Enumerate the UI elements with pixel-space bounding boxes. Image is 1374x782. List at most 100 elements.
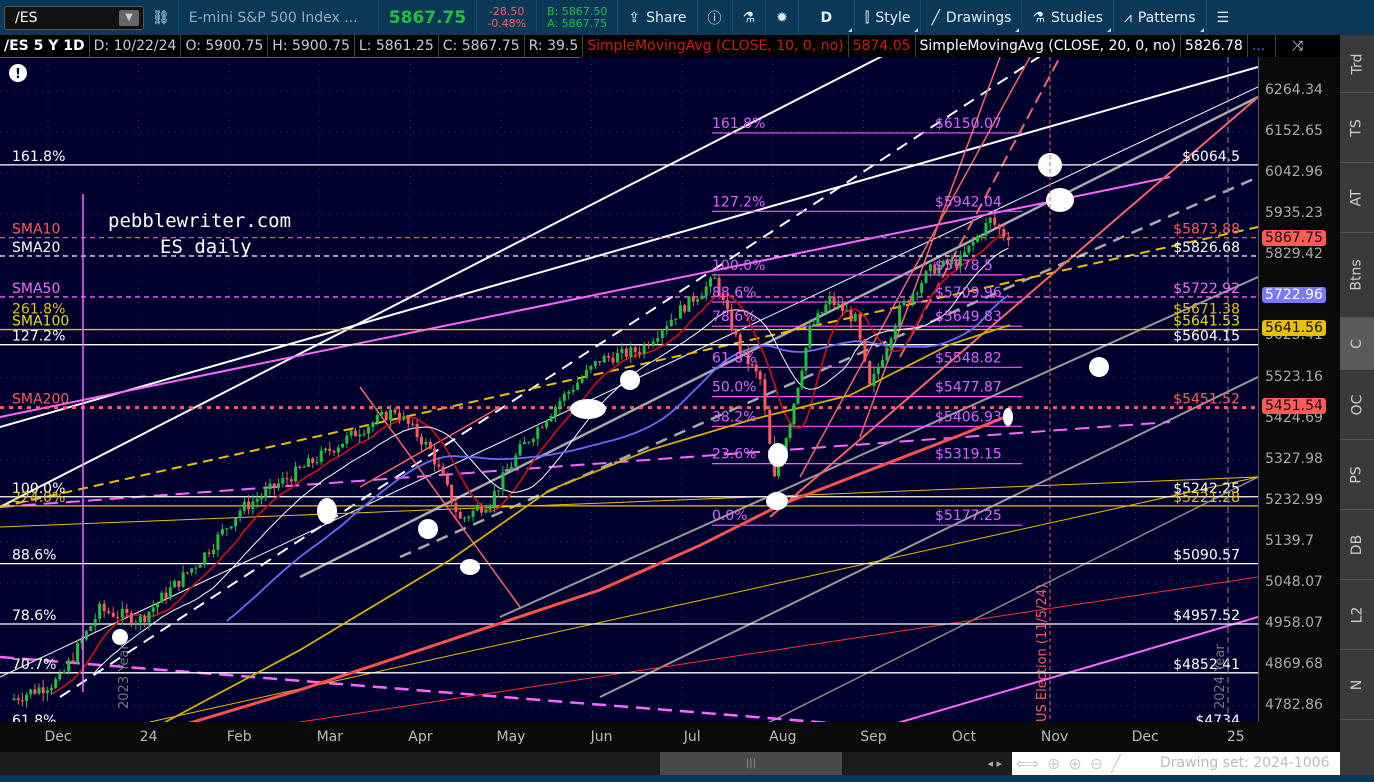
candle-body <box>102 603 106 612</box>
price-badge: 5867.75 <box>1262 229 1326 246</box>
info-button[interactable]: ⓘ <box>698 0 733 35</box>
right-tab-n[interactable]: N <box>1340 650 1374 720</box>
candle-body <box>726 299 729 310</box>
flask-button[interactable]: ⚗ <box>733 0 767 35</box>
candle-body <box>924 271 928 283</box>
candle-body <box>306 458 310 467</box>
price-tick: 5935.23 <box>1265 204 1323 221</box>
right-tab-ts[interactable]: TS <box>1340 93 1374 163</box>
candle-body <box>971 241 975 246</box>
chart-tools[interactable]: ⟺⊕⊕⊖╱ <box>1016 752 1129 775</box>
bottom-bar <box>0 775 1374 782</box>
tab-label: AT <box>1348 188 1365 207</box>
price-chart[interactable]: 161.8% $6064.5 SMA10 $5873.88 SMA20 $5826.68 S… <box>0 57 1258 722</box>
scrollbar-row: ||| ◂ ▸ ⟺⊕⊕⊖╱ Drawing set: 2024-1006 <box>0 752 1340 775</box>
tab-label: C <box>1349 338 1365 349</box>
chevron-down-icon[interactable]: ▼ <box>119 9 139 26</box>
fib-pct-label: 50.0% <box>712 380 756 396</box>
candle-body <box>71 660 75 663</box>
level-right-label: $5451.52 <box>1173 392 1240 408</box>
candle-body <box>207 552 211 554</box>
candle-body <box>665 326 669 331</box>
right-tab-btns[interactable]: Btns <box>1340 233 1374 318</box>
share-icon: ⇪ <box>628 9 641 26</box>
share-button[interactable]: ⇪ Share <box>618 0 698 35</box>
pan-icon[interactable]: ⟺ <box>1016 754 1047 773</box>
scrollbar-thumb[interactable]: ||| <box>660 752 842 775</box>
studies-button[interactable]: ⚗ Studies <box>1022 0 1114 35</box>
zoom-out-icon[interactable]: ⊖ <box>1090 754 1111 773</box>
zoom-in-icon[interactable]: ⊕ <box>1068 754 1089 773</box>
link-icon[interactable]: ⛓ <box>144 0 179 35</box>
candle-body <box>294 466 298 482</box>
price-tick: 4869.68 <box>1265 655 1323 672</box>
level-left-label: 224.0% <box>12 490 65 506</box>
candle-body <box>734 330 738 335</box>
crosshair-icon[interactable]: ⊕ <box>1047 754 1068 773</box>
candle-body <box>268 483 272 490</box>
level-left-label: 70.7% <box>12 657 56 673</box>
candle-body <box>629 347 633 357</box>
right-tab-trd[interactable]: Trd <box>1340 35 1374 93</box>
fib-value-label: $5548.82 <box>935 350 1002 366</box>
candle-body <box>54 679 58 688</box>
right-tab-l2[interactable]: L2 <box>1340 580 1374 650</box>
drawings-button[interactable]: ╱ Drawings <box>921 0 1023 35</box>
candle-body <box>12 698 16 700</box>
candle-body <box>853 313 857 322</box>
sma20-study-label[interactable]: SimpleMovingAvg (CLOSE, 20, 0, no) <box>916 35 1181 57</box>
price-badge: 5641.56 <box>1262 319 1326 336</box>
draw-line-icon[interactable]: ╱ <box>1111 754 1129 773</box>
candle-body <box>988 217 992 224</box>
candle-body <box>902 300 906 305</box>
candle-body <box>389 409 393 421</box>
fib-value-label: $5319.15 <box>935 447 1002 463</box>
symbol-selector[interactable]: /ES ▼ <box>4 5 144 30</box>
drawing-marker <box>768 443 788 467</box>
level-right-label: $4852.41 <box>1173 657 1240 673</box>
menu-button[interactable]: ☰ <box>1207 0 1240 35</box>
right-tab-ps[interactable]: PS <box>1340 440 1374 510</box>
candle-body <box>642 344 646 355</box>
bar-close: C: 5867.75 <box>439 35 525 57</box>
candle-body <box>607 355 611 358</box>
time-tick: Aug <box>769 729 797 745</box>
right-tab-at[interactable]: AT <box>1340 163 1374 233</box>
bid-ask: B: 5867.50 A: 5867.75 <box>537 0 619 35</box>
more-studies-button[interactable]: ... <box>1248 35 1276 57</box>
patterns-button[interactable]: ⩘ Patterns <box>1114 0 1207 35</box>
candle-body <box>540 427 544 429</box>
time-axis[interactable]: Dec 24 Feb Mar Apr May Jun Jul Aug Sep Oct Nov Dec 25 <box>0 722 1340 752</box>
sma200-line <box>187 413 1011 722</box>
price-tick: 6264.34 <box>1265 82 1323 98</box>
scroll-arrows[interactable]: ◂ ▸ <box>987 752 1002 775</box>
horizontal-scrollbar[interactable]: ||| ◂ ▸ <box>0 752 1012 775</box>
candle-body <box>463 517 467 519</box>
tab-label: Trd <box>1348 53 1365 74</box>
candle-body <box>792 403 796 425</box>
candle-body <box>647 344 651 346</box>
candle-body <box>211 549 215 554</box>
right-tab-oc[interactable]: OC <box>1340 370 1374 440</box>
sma10-study-label[interactable]: SimpleMovingAvg (CLOSE, 10, 0, no) <box>583 35 849 57</box>
candle-body <box>151 607 155 612</box>
style-button[interactable]: ⫿ Style <box>855 0 922 35</box>
description-text: E-mini S&P 500 Index ... <box>188 9 358 26</box>
right-tab-db[interactable]: DB <box>1340 510 1374 580</box>
candle-body <box>298 466 302 468</box>
settings-button[interactable]: ✹ <box>766 0 799 35</box>
candle-body <box>111 612 115 617</box>
symbol-description: E-mini S&P 500 Index ... <box>179 0 379 35</box>
drawing-set-selector[interactable]: Drawing set: 2024-1006 <box>1160 752 1330 775</box>
right-tab-c[interactable]: C <box>1340 318 1374 370</box>
candle-body <box>393 409 397 413</box>
candle-body <box>242 501 246 511</box>
aggregation-button[interactable]: D <box>799 0 855 35</box>
price-axis[interactable]: 6264.346152.656042.965935.235829.425625.… <box>1258 57 1340 722</box>
candle-body <box>190 568 194 573</box>
candle-body <box>259 496 263 500</box>
collapse-icon[interactable]: ⤨ <box>1288 35 1307 57</box>
right-tab-bar: Trd TS AT Btns C OC PS DB L2 N <box>1340 35 1374 775</box>
candle-body <box>576 382 580 390</box>
candle-body <box>963 252 967 256</box>
